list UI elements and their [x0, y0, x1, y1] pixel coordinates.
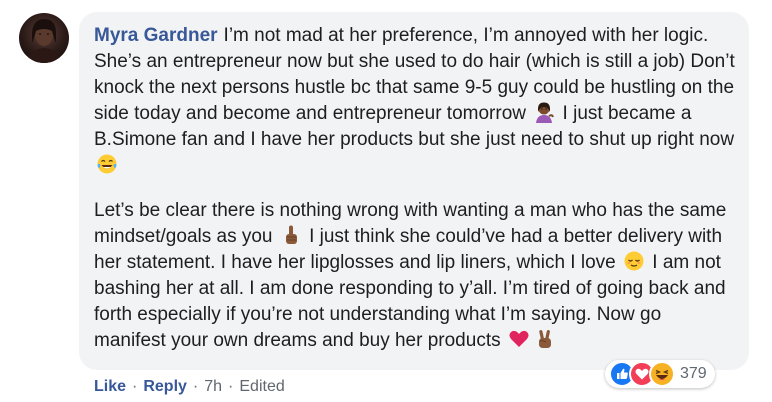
avatar[interactable] — [19, 13, 69, 63]
reactions-summary[interactable]: 379 — [605, 360, 715, 388]
index-pointing-up-icon — [280, 224, 302, 246]
haha-reaction-icon — [649, 361, 675, 387]
author-name[interactable]: Myra Gardner — [94, 25, 218, 46]
separator: · — [192, 378, 199, 395]
like-link[interactable]: Like — [94, 376, 126, 398]
tears-of-joy-icon — [96, 153, 118, 175]
comment-paragraph-1: Myra Gardner I’m not mad at her preferenc… — [94, 23, 735, 179]
woman-tipping-hand-icon — [533, 101, 555, 123]
red-heart-icon — [508, 328, 530, 350]
reply-link[interactable]: Reply — [143, 376, 187, 398]
separator: · — [132, 378, 138, 395]
reaction-count: 379 — [680, 365, 707, 382]
comment-actions: Like · Reply · 7h · Edited — [94, 376, 285, 398]
victory-hand-icon — [534, 328, 556, 350]
separator: · — [228, 378, 234, 395]
timestamp[interactable]: 7h — [204, 376, 222, 398]
comment-paragraph-2: Let’s be clear there is nothing wrong wi… — [94, 198, 735, 354]
edited-label[interactable]: Edited — [239, 376, 284, 398]
relieved-face-icon — [623, 250, 645, 272]
comment-bubble: Myra Gardner I’m not mad at her preferenc… — [79, 12, 749, 370]
